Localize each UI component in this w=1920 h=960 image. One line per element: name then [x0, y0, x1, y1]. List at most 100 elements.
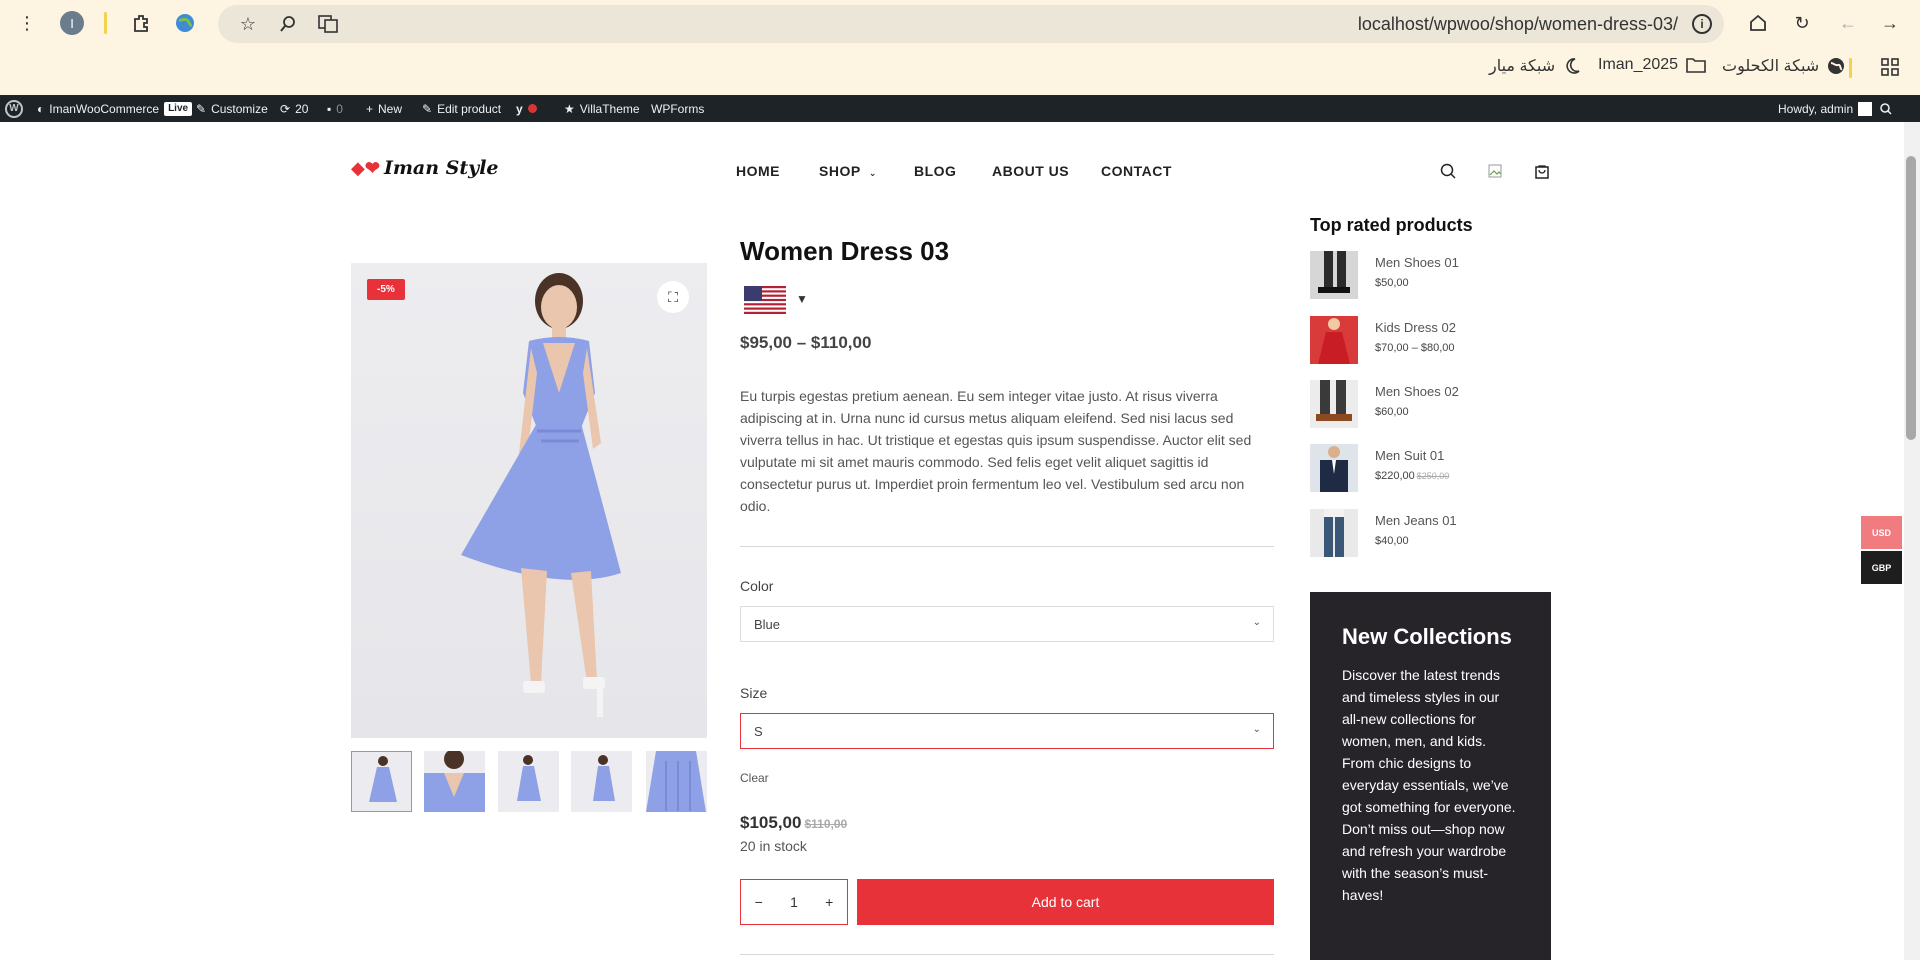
browser-menu-icon[interactable]: ⋮ [14, 10, 40, 36]
wordpress-logo-icon[interactable]: W [5, 95, 23, 122]
top-rated-item[interactable]: Kids Dress 02 $70,00 – $80,00 [1310, 316, 1550, 366]
product-old-price: $250,00 [1416, 471, 1450, 481]
extension-globe-icon[interactable] [172, 10, 198, 36]
bookmark-item[interactable]: شبكة ميار [1489, 56, 1581, 76]
scrollbar-thumb[interactable] [1906, 156, 1916, 440]
us-flag-icon[interactable] [744, 286, 786, 314]
back-icon[interactable]: ← [1835, 10, 1861, 36]
quantity-stepper: − 1 + [740, 879, 848, 925]
gallery-thumb[interactable] [424, 751, 485, 812]
color-select-value: Blue [754, 616, 781, 632]
quantity-input[interactable]: 1 [790, 894, 798, 910]
expand-icon[interactable]: ⛶ [657, 281, 689, 313]
home-icon[interactable] [1745, 10, 1771, 36]
nav-about-us[interactable]: ABOUT US [992, 163, 1069, 179]
product-name[interactable]: Men Shoes 01 [1375, 255, 1459, 270]
gallery-thumb[interactable] [646, 751, 707, 812]
variation-price: $105,00 $110,00 [740, 813, 847, 833]
gallery-thumb[interactable] [351, 751, 412, 812]
forward-icon[interactable]: → [1877, 10, 1903, 36]
updates-count: 20 [295, 101, 309, 116]
woman-dress-photo [461, 273, 621, 717]
translate-icon[interactable] [316, 12, 340, 36]
thumb-dress-fabric [646, 751, 706, 812]
sale-badge: -5% [367, 279, 405, 300]
gallery-thumb[interactable] [571, 751, 632, 812]
zoom-icon[interactable] [276, 12, 300, 36]
account-image-icon[interactable] [1484, 160, 1506, 182]
bookmarks-separator [1849, 58, 1852, 78]
admin-new[interactable]: + New [366, 95, 402, 122]
admin-customize[interactable]: ✎ Customize [196, 95, 268, 122]
bookmark-item[interactable]: شبكة الكحلوت [1722, 56, 1845, 76]
cart-icon[interactable] [1531, 160, 1553, 182]
men-shoes-01-thumb [1310, 251, 1358, 299]
stock-status: 20 in stock [740, 838, 807, 854]
product-name[interactable]: Men Jeans 01 [1375, 513, 1457, 528]
minus-icon[interactable]: − [755, 894, 763, 910]
site-logo[interactable]: ◆❤ Iman Style [351, 157, 499, 179]
thumb-dress-closeup [424, 751, 485, 812]
currency-usd-button[interactable]: USD [1861, 516, 1902, 549]
currency-gbp-button[interactable]: GBP [1861, 551, 1902, 584]
admin-account[interactable]: Howdy, admin [1778, 95, 1873, 122]
divider [740, 954, 1274, 955]
nav-shop[interactable]: SHOP ⌄ [819, 163, 877, 179]
admin-search-icon[interactable] [1880, 95, 1892, 122]
bookmark-star-icon[interactable]: ☆ [236, 12, 260, 36]
site-info-icon[interactable]: i [1692, 14, 1712, 34]
currency-caret-icon[interactable]: ▼ [796, 292, 808, 306]
nav-contact[interactable]: CONTACT [1101, 163, 1172, 179]
product-name[interactable]: Kids Dress 02 [1375, 320, 1456, 335]
profile-avatar[interactable]: I [60, 11, 84, 35]
admin-avatar [1858, 101, 1873, 116]
product-price: $60,00 [1375, 406, 1409, 418]
nav-blog[interactable]: BLOG [914, 163, 956, 179]
address-bar[interactable]: ☆ localhost/wpwoo/shop/women-dress-03/ i [218, 5, 1724, 43]
search-icon[interactable] [1437, 160, 1459, 182]
color-select[interactable]: Blue ⌄ [740, 606, 1274, 642]
thumb-dress-back [593, 755, 615, 801]
add-to-cart-button[interactable]: Add to cart [857, 879, 1274, 925]
size-select[interactable]: S ⌄ [740, 713, 1274, 749]
price-range: $95,00 – $110,00 [740, 333, 872, 352]
bookmark-label: Iman_2025 [1598, 56, 1679, 73]
edit-product-label: Edit product [437, 101, 502, 116]
product-name[interactable]: Men Shoes 02 [1375, 384, 1459, 399]
variation-regular-price: $110,00 [804, 817, 848, 831]
clear-variations-link[interactable]: Clear [740, 771, 769, 785]
brush-icon: ✎ [196, 101, 207, 116]
url-text[interactable]: localhost/wpwoo/shop/women-dress-03/ [1358, 14, 1678, 35]
promo-title: New Collections [1342, 624, 1512, 649]
size-label: Size [740, 685, 768, 701]
admin-wpforms[interactable]: WPForms [651, 95, 704, 122]
bookmark-item[interactable]: Iman_2025 [1598, 56, 1706, 74]
admin-updates[interactable]: ⟳ 20 [280, 95, 308, 122]
dashboard-icon: ◐ [37, 101, 45, 116]
gallery-thumb[interactable] [498, 751, 559, 812]
chevron-down-icon: ⌄ [1252, 617, 1261, 628]
bookmark-label: شبكة الكحلوت [1722, 58, 1820, 75]
top-rated-item[interactable]: Men Jeans 01 $40,00 [1310, 509, 1550, 559]
extensions-icon[interactable] [128, 10, 154, 36]
product-main-image[interactable]: -5% ⛶ [351, 263, 707, 738]
plus-icon: + [366, 101, 374, 116]
nav-home[interactable]: HOME [736, 163, 780, 179]
variation-sale-price: $105,00 [740, 813, 802, 832]
reload-icon[interactable]: ↻ [1789, 10, 1815, 36]
admin-villatheme[interactable]: ★ VillaTheme [564, 95, 640, 122]
top-rated-item[interactable]: Men Suit 01 $220,00 $250,00 [1310, 444, 1550, 494]
product-price: $50,00 [1375, 277, 1409, 289]
product-name[interactable]: Men Suit 01 [1375, 448, 1444, 463]
new-label: New [378, 101, 403, 116]
top-rated-item[interactable]: Men Shoes 01 $50,00 [1310, 251, 1550, 301]
admin-edit-product[interactable]: ✎ Edit product [422, 95, 501, 122]
admin-yoast[interactable]: y [516, 95, 537, 122]
howdy-label: Howdy, admin [1778, 101, 1854, 116]
top-rated-item[interactable]: Men Shoes 02 $60,00 [1310, 380, 1550, 430]
admin-comments[interactable]: ▪ 0 [327, 95, 343, 122]
admin-site-name[interactable]: ◐ ImanWooCommerce Live [37, 95, 193, 122]
villatheme-label: VillaTheme [579, 101, 640, 116]
apps-grid-icon[interactable] [1877, 54, 1903, 80]
plus-icon[interactable]: + [825, 894, 833, 910]
